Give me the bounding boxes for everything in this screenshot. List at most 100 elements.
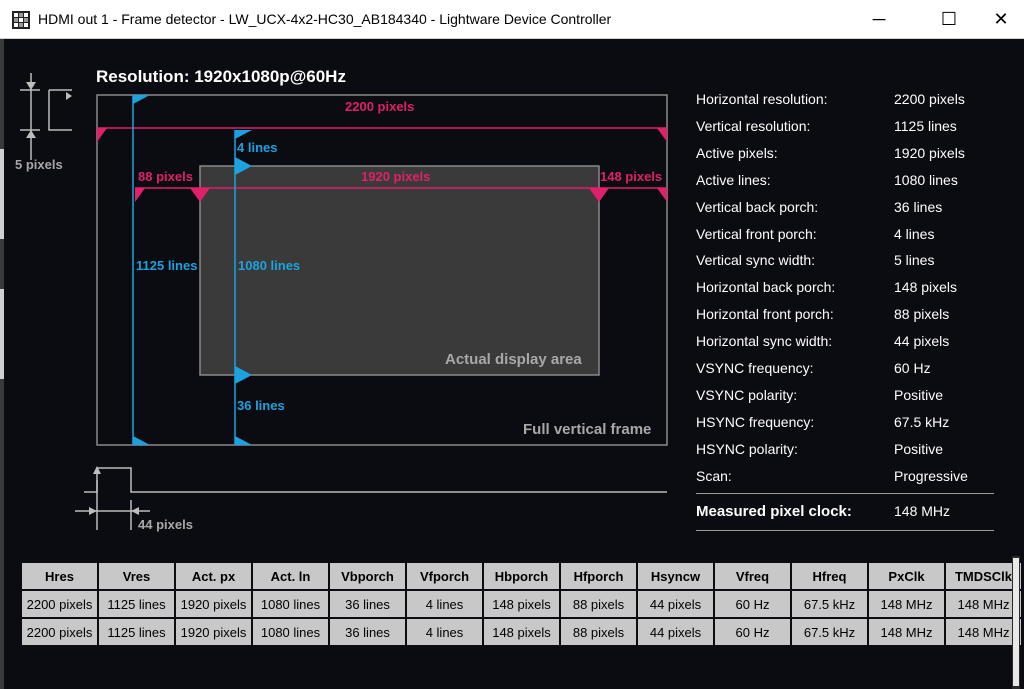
info-key: Vertical resolution: bbox=[696, 117, 811, 134]
info-key: Horizontal resolution: bbox=[696, 91, 828, 107]
table-cell: 1125 lines bbox=[99, 619, 174, 645]
table-cell: 60 Hz bbox=[715, 591, 790, 617]
info-row: Active lines: 1080 lines bbox=[696, 172, 958, 188]
table-cell: 148 MHz bbox=[869, 619, 944, 645]
column-header[interactable]: Hfporch bbox=[561, 563, 636, 589]
column-header[interactable]: Vfporch bbox=[407, 563, 482, 589]
clock-divider bbox=[696, 530, 994, 531]
column-header[interactable]: Act. ln bbox=[253, 563, 328, 589]
column-header[interactable]: Hsyncw bbox=[638, 563, 713, 589]
column-header[interactable]: Vres bbox=[99, 563, 174, 589]
timing-table: Hres Vres Act. px Act. ln Vbporch Vfporch Hbpo… bbox=[20, 561, 1023, 647]
table-cell: 88 pixels bbox=[561, 591, 636, 617]
vsync-lines-label: 4 lines bbox=[237, 140, 278, 155]
info-value: 5 lines bbox=[894, 252, 935, 269]
table-cell: 44 pixels bbox=[638, 591, 713, 617]
info-row: VSYNC frequency: 60 Hz bbox=[696, 360, 931, 376]
info-row: Vertical sync width: 5 lines bbox=[696, 252, 934, 268]
arrow-right-icon bbox=[66, 92, 72, 100]
info-value: 148 pixels bbox=[894, 279, 958, 296]
hsync-width-label: 44 pixels bbox=[138, 517, 193, 532]
pixel-clock-row: Measured pixel clock: 148 MHz bbox=[696, 503, 950, 520]
table-cell: 67.5 kHz bbox=[792, 619, 867, 645]
window-title: HDMI out 1 - Frame detector - LW_UCX-4x2… bbox=[38, 11, 612, 27]
table-cell: 1920 pixels bbox=[176, 591, 251, 617]
active-area-label: Actual display area bbox=[445, 351, 582, 368]
info-value: 1920 pixels bbox=[894, 144, 965, 161]
info-value: Positive bbox=[894, 386, 944, 403]
table-cell: 88 pixels bbox=[561, 619, 636, 645]
minimize-button[interactable]: ─ bbox=[856, 0, 902, 38]
vback-lines-label: 36 lines bbox=[237, 398, 285, 413]
column-header[interactable]: TMDSClk bbox=[946, 563, 1021, 589]
table-cell: 2200 pixels bbox=[22, 619, 97, 645]
info-key: Vertical sync width: bbox=[696, 252, 816, 269]
app-logo-icon bbox=[12, 11, 30, 29]
table-cell: 60 Hz bbox=[715, 619, 790, 645]
column-header[interactable]: PxClk bbox=[869, 563, 944, 589]
column-header[interactable]: Vbporch bbox=[330, 563, 405, 589]
table-cell: 148 pixels bbox=[484, 619, 559, 645]
column-header[interactable]: Hbporch bbox=[484, 563, 559, 589]
info-key: Horizontal front porch: bbox=[696, 306, 834, 323]
table-cell: 148 MHz bbox=[946, 591, 1021, 617]
scrollbar-thumb[interactable] bbox=[1013, 558, 1019, 686]
active-width-label: 1920 pixels bbox=[361, 169, 431, 184]
arrow-down-icon bbox=[26, 82, 36, 90]
info-value: 60 Hz bbox=[894, 360, 931, 376]
table-cell: 36 lines bbox=[330, 619, 405, 645]
info-row: Vertical front porch: 4 lines bbox=[696, 226, 934, 242]
column-header[interactable]: Act. px bbox=[176, 563, 251, 589]
title-bar: HDMI out 1 - Frame detector - LW_UCX-4x2… bbox=[0, 0, 1024, 39]
info-key: Horizontal back porch: bbox=[696, 279, 836, 296]
front-porch-label: 88 pixels bbox=[138, 169, 193, 184]
table-row[interactable]: 2200 pixels 1125 lines 1920 pixels 1080 lin… bbox=[22, 591, 1021, 617]
table-scrollbar[interactable] bbox=[1012, 556, 1020, 689]
info-value: 2200 pixels bbox=[894, 91, 965, 107]
info-value: 88 pixels bbox=[894, 306, 950, 323]
info-value: 36 lines bbox=[894, 198, 943, 215]
info-key: Vertical front porch: bbox=[696, 225, 817, 242]
arrow-left-icon bbox=[131, 507, 139, 515]
info-row: Horizontal sync width: 44 pixels bbox=[696, 333, 949, 349]
info-row: Horizontal front porch: 88 pixels bbox=[696, 306, 949, 322]
column-header[interactable]: Hfreq bbox=[792, 563, 867, 589]
info-row: Horizontal back porch: 148 pixels bbox=[696, 279, 957, 295]
info-key: Active lines: bbox=[696, 171, 771, 188]
back-porch-label: 148 pixels bbox=[600, 169, 663, 184]
pixel-clock-label: Measured pixel clock: bbox=[696, 503, 852, 520]
column-header[interactable]: Vfreq bbox=[715, 563, 790, 589]
arrow-up-icon bbox=[93, 466, 101, 474]
active-lines-label: 1080 lines bbox=[238, 258, 301, 273]
table-row[interactable]: 2200 pixels 1125 lines 1920 pixels 1080 lin… bbox=[22, 619, 1021, 645]
close-icon: ✕ bbox=[993, 8, 1009, 29]
info-row: Active pixels: 1920 pixels bbox=[696, 145, 965, 161]
table-cell: 1125 lines bbox=[99, 591, 174, 617]
close-button[interactable]: ✕ bbox=[978, 0, 1024, 38]
info-row: HSYNC polarity: Positive bbox=[696, 441, 943, 457]
maximize-button[interactable]: ☐ bbox=[926, 0, 972, 38]
info-row: Vertical back porch: 36 lines bbox=[696, 199, 942, 215]
info-value: 44 pixels bbox=[894, 333, 950, 350]
minimize-icon: ─ bbox=[872, 8, 886, 29]
info-divider bbox=[696, 493, 994, 494]
info-key: Active pixels: bbox=[696, 144, 778, 161]
info-key: Scan: bbox=[696, 467, 732, 484]
table-cell: 148 MHz bbox=[946, 619, 1021, 645]
info-key: Vertical back porch: bbox=[696, 198, 819, 215]
timing-diagram bbox=[20, 73, 668, 530]
table-cell: 44 pixels bbox=[638, 619, 713, 645]
info-row: HSYNC frequency: 67.5 kHz bbox=[696, 414, 949, 430]
info-key: VSYNC frequency: bbox=[696, 360, 814, 376]
column-header[interactable]: Hres bbox=[22, 563, 97, 589]
pixel-clock-value: 148 MHz bbox=[894, 503, 951, 519]
info-key: HSYNC polarity: bbox=[696, 440, 798, 457]
info-value: 67.5 kHz bbox=[894, 413, 950, 430]
info-value: 1125 lines bbox=[894, 117, 957, 134]
info-row: Horizontal resolution: 2200 pixels bbox=[696, 91, 965, 107]
info-row: Scan: Progressive bbox=[696, 468, 968, 484]
maximize-icon: ☐ bbox=[940, 8, 958, 29]
info-key: HSYNC frequency: bbox=[696, 413, 815, 430]
info-row: Vertical resolution: 1125 lines bbox=[696, 118, 957, 134]
total-lines-label: 1125 lines bbox=[136, 258, 198, 273]
